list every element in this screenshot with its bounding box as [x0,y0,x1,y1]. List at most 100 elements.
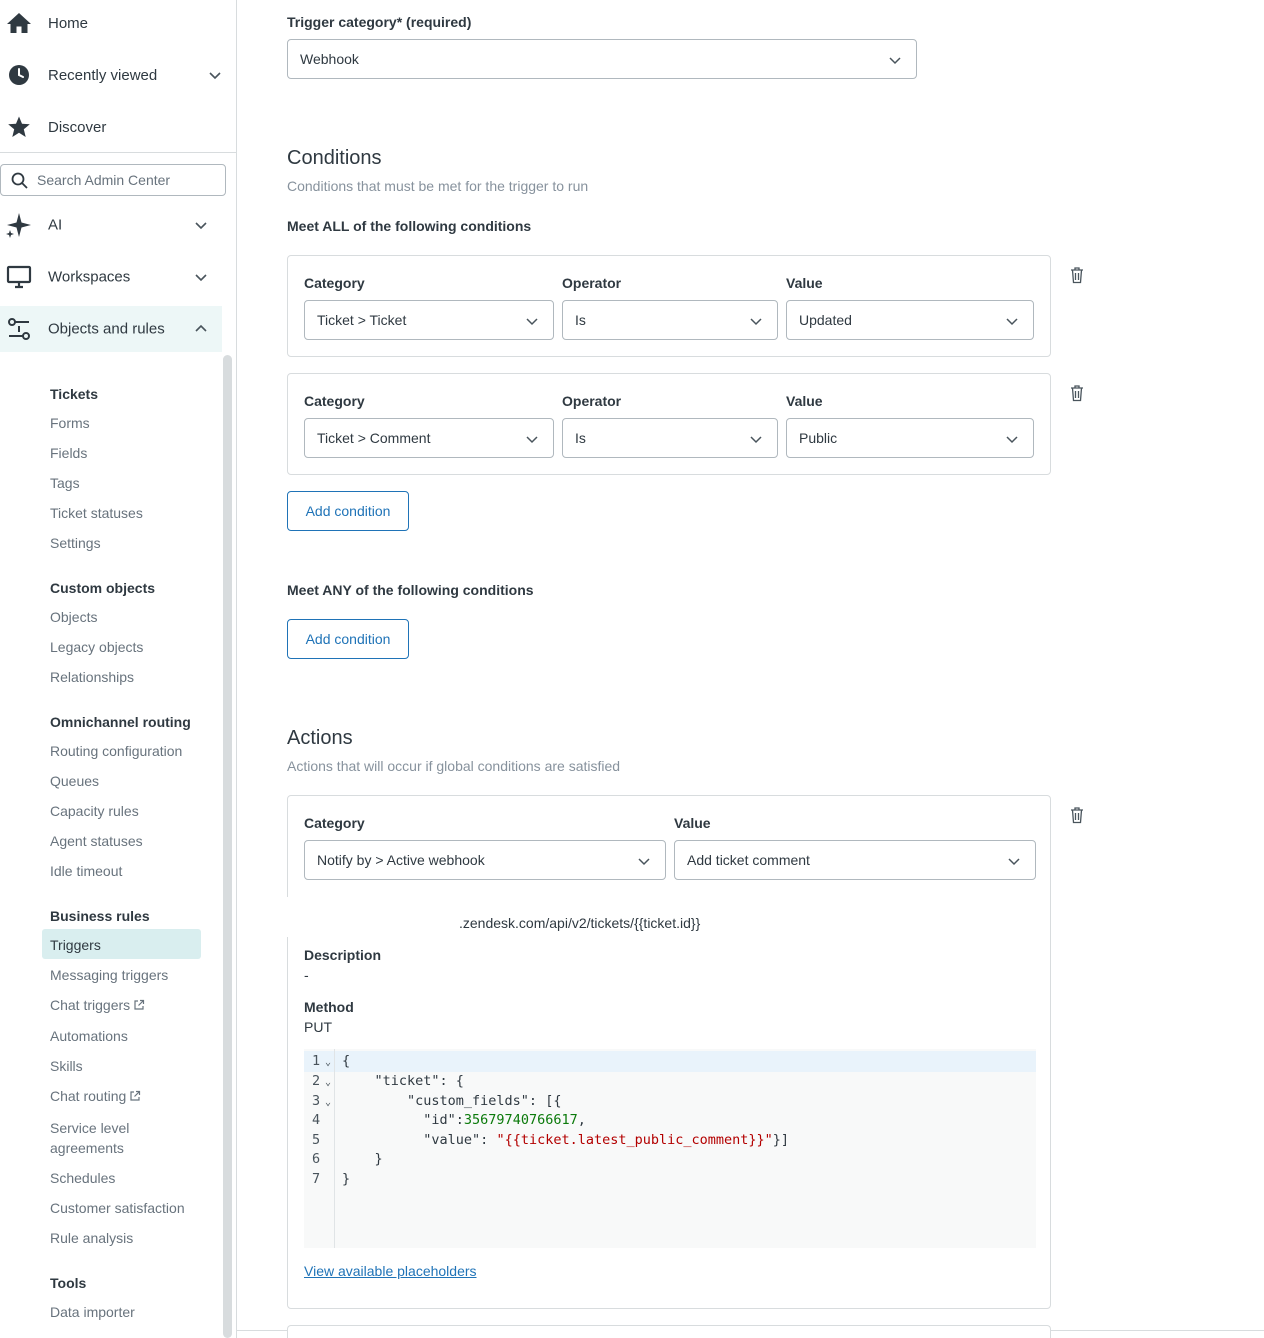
sidebar-item-sla[interactable]: Service level agreements [50,1118,129,1158]
chevron-down-icon[interactable] [208,68,222,82]
trash-icon[interactable] [1069,384,1085,402]
condition-operator-select[interactable]: Is [562,300,778,340]
condition-operator-value: Is [575,312,586,328]
chevron-down-icon [638,858,650,866]
sidebar-item-ticket-statuses[interactable]: Ticket statuses [50,503,143,523]
add-all-condition-button[interactable]: Add condition [287,491,409,531]
code-punct: , [577,1112,586,1128]
code-line: "value": "{{ticket.latest_public_comment… [342,1132,789,1148]
sidebar-item-capacity-rules[interactable]: Capacity rules [50,801,139,821]
sidebar-item-data-importer[interactable]: Data importer [50,1302,135,1322]
endpoint-url: .zendesk.com/api/v2/tickets/{{ticket.id}… [459,915,701,931]
chevron-down-icon [1006,318,1018,326]
trigger-category-select[interactable]: Webhook [287,39,917,79]
line-number: 7 [312,1171,321,1187]
chevron-down-icon [1006,436,1018,444]
line-number: 2 [312,1073,321,1089]
sidebar-item-triggers[interactable]: Triggers [50,935,101,955]
external-link-icon [134,999,145,1010]
sidebar-item-rule-analysis[interactable]: Rule analysis [50,1228,133,1248]
condition-value-select[interactable]: Updated [786,300,1034,340]
description-value: - [304,967,309,983]
action-category-select[interactable]: Notify by > Active webhook [304,840,666,880]
sidebar-scrollbar[interactable] [223,355,232,1338]
chevron-down-icon [195,222,207,230]
sidebar-item-routing-configuration[interactable]: Routing configuration [50,741,182,761]
fold-chevron-icon[interactable]: ⌄ [325,1057,331,1068]
sidebar-item-queues[interactable]: Queues [50,771,99,791]
chevron-down-icon [750,436,762,444]
nav-ai-label: AI [48,216,63,234]
condition-operator-select[interactable]: Is [562,418,778,458]
admin-search[interactable]: Search Admin Center [0,164,226,196]
condition-category-select[interactable]: Ticket > Comment [304,418,554,458]
add-any-condition-button[interactable]: Add condition [287,619,409,659]
json-body-editor[interactable]: 1 2 3 4 5 6 7 ⌄ ⌄ ⌄ { "ticket": { "custo… [304,1049,1036,1248]
next-action-card [287,1325,1051,1338]
sidebar-item-agent-statuses[interactable]: Agent statuses [50,831,143,851]
condition-operator-value: Is [575,430,586,446]
trash-icon[interactable] [1069,806,1085,824]
sidebar-item-relationships[interactable]: Relationships [50,667,134,687]
line-number: 5 [312,1132,321,1148]
condition-value-label: Value [786,275,823,291]
code-line: } [342,1171,351,1187]
trash-icon[interactable] [1069,266,1085,284]
nav-workspaces[interactable]: Workspaces [0,254,222,300]
view-placeholders-link[interactable]: View available placeholders [304,1263,477,1279]
nav-recently-viewed[interactable]: Recently viewed [0,49,236,101]
sidebar-item-fields[interactable]: Fields [50,443,87,463]
trigger-category-label: Trigger category* (required) [287,14,472,30]
meet-any-heading: Meet ANY of the following conditions [287,582,534,598]
sidebar-item-schedules[interactable]: Schedules [50,1168,115,1188]
condition-value-value: Updated [799,312,852,328]
line-number: 1 [312,1053,321,1069]
sidebar-item-automations[interactable]: Automations [50,1026,128,1046]
code-number: 35679740766617 [463,1112,578,1128]
code-string: "{{ticket.latest_public_comment}}" [496,1132,773,1148]
fold-chevron-icon[interactable]: ⌄ [325,1077,331,1088]
sidebar-item-chat-triggers[interactable]: Chat triggers [50,995,145,1015]
sidebar-item-forms[interactable]: Forms [50,413,90,433]
chevron-down-icon [889,57,901,65]
group-title-custom-objects: Custom objects [50,580,156,596]
sidebar-item-skills[interactable]: Skills [50,1056,83,1076]
action-value-select[interactable]: Add ticket comment [674,840,1036,880]
nav-objects-and-rules[interactable]: Objects and rules [0,306,222,352]
sparkle-icon [6,213,31,238]
sidebar-item-customer-satisfaction[interactable]: Customer satisfaction [50,1198,185,1218]
sidebar-item-chat-routing[interactable]: Chat routing [50,1086,141,1106]
fold-chevron-icon[interactable]: ⌄ [325,1097,331,1108]
condition-category-select[interactable]: Ticket > Ticket [304,300,554,340]
nav-discover-label: Discover [48,118,107,136]
code-key: "id": [342,1112,464,1128]
code-line: "custom_fields": [{ [342,1093,562,1109]
nav-discover[interactable]: Discover [0,101,236,153]
action-category-label: Category [304,815,365,831]
method-label: Method [304,999,354,1015]
sidebar-item-legacy-objects[interactable]: Legacy objects [50,637,143,657]
chevron-up-icon [195,324,207,332]
meet-all-heading: Meet ALL of the following conditions [287,218,532,234]
group-title-business-rules: Business rules [50,908,150,924]
code-key: "value": [342,1132,497,1148]
action-category-value: Notify by > Active webhook [317,852,485,868]
actions-heading: Actions [287,727,353,749]
nav-ai[interactable]: AI [0,202,222,248]
group-title-tickets: Tickets [50,386,98,402]
sidebar-item-idle-timeout[interactable]: Idle timeout [50,861,122,881]
conditions-subtitle: Conditions that must be met for the trig… [287,178,589,194]
sidebar-item-messaging-triggers[interactable]: Messaging triggers [50,965,168,985]
method-value: PUT [304,1019,332,1035]
nav-home[interactable]: Home [0,0,236,49]
sidebar-item-objects[interactable]: Objects [50,607,97,627]
chevron-down-icon [195,274,207,282]
code-line: "id":35679740766617, [342,1112,586,1128]
admin-sidebar: Home Recently viewed Discover Search Adm… [0,0,237,1338]
sidebar-item-tags[interactable]: Tags [50,473,80,493]
line-number: 3 [312,1093,321,1109]
trigger-category-value: Webhook [300,51,359,67]
condition-value-select[interactable]: Public [786,418,1034,458]
sidebar-item-chat-triggers-label: Chat triggers [50,997,131,1013]
sidebar-item-settings[interactable]: Settings [50,533,101,553]
